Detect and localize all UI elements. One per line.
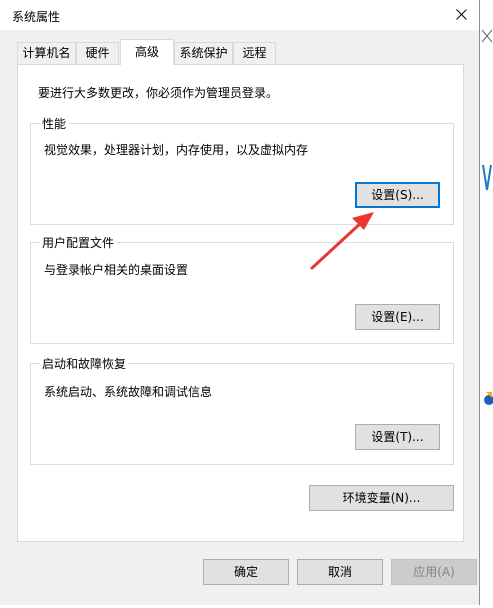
user-profiles-group: 用户配置文件 与登录帐户相关的桌面设置 设置(E)...: [30, 234, 454, 344]
apply-button[interactable]: 应用(A): [391, 559, 477, 585]
close-icon: [456, 9, 467, 20]
button-label: 设置(S)...: [371, 188, 424, 202]
tab-system-protection[interactable]: 系统保护: [174, 42, 233, 64]
startup-recovery-group-title: 启动和故障恢复: [40, 355, 129, 372]
performance-group-title: 性能: [40, 115, 69, 132]
background-window-edge: [480, 0, 493, 605]
admin-notice: 要进行大多数更改，你必须作为管理员登录。: [38, 86, 279, 100]
tab-label: 高级: [134, 45, 159, 59]
user-profiles-settings-button[interactable]: 设置(E)...: [355, 304, 440, 330]
button-label: 确定: [233, 565, 258, 579]
tab-advanced[interactable]: 高级: [120, 39, 174, 65]
tab-remote[interactable]: 远程: [233, 42, 276, 64]
startup-recovery-settings-button[interactable]: 设置(T)...: [355, 424, 440, 450]
tab-computer-name[interactable]: 计算机名: [17, 42, 76, 64]
tab-label: 硬件: [85, 46, 110, 60]
ok-button[interactable]: 确定: [203, 559, 289, 585]
button-label: 应用(A): [413, 565, 455, 579]
button-label: 设置(T)...: [371, 430, 424, 444]
startup-recovery-description: 系统启动、系统故障和调试信息: [44, 385, 213, 399]
title-bar: 系统属性: [0, 0, 479, 30]
button-label: 设置(E)...: [371, 310, 424, 324]
performance-settings-button[interactable]: 设置(S)...: [355, 182, 440, 208]
tab-hardware[interactable]: 硬件: [76, 42, 119, 64]
system-properties-dialog: 系统属性 计算机名 硬件 高级 系统保护 远程 要进行大多数更改，你必须作为管理…: [0, 0, 480, 605]
tab-label: 远程: [242, 46, 267, 60]
startup-recovery-group: 启动和故障恢复 系统启动、系统故障和调试信息 设置(T)...: [30, 355, 454, 465]
close-button[interactable]: [447, 0, 477, 30]
performance-description: 视觉效果，处理器计划，内存使用，以及虚拟内存: [44, 143, 309, 157]
background-artifacts-icon: [481, 29, 493, 405]
tab-label: 计算机名: [22, 46, 71, 60]
user-profiles-description: 与登录帐户相关的桌面设置: [44, 263, 189, 277]
button-label: 环境变量(N)...: [342, 491, 421, 505]
advanced-tab-panel: 要进行大多数更改，你必须作为管理员登录。 性能 视觉效果，处理器计划，内存使用，…: [17, 64, 464, 542]
tab-label: 系统保护: [179, 46, 228, 60]
user-profiles-group-title: 用户配置文件: [40, 234, 117, 251]
environment-variables-button[interactable]: 环境变量(N)...: [309, 485, 454, 511]
window-title: 系统属性: [12, 10, 61, 24]
button-label: 取消: [327, 565, 352, 579]
cancel-button[interactable]: 取消: [297, 559, 383, 585]
performance-group: 性能 视觉效果，处理器计划，内存使用，以及虚拟内存 设置(S)...: [30, 115, 454, 225]
